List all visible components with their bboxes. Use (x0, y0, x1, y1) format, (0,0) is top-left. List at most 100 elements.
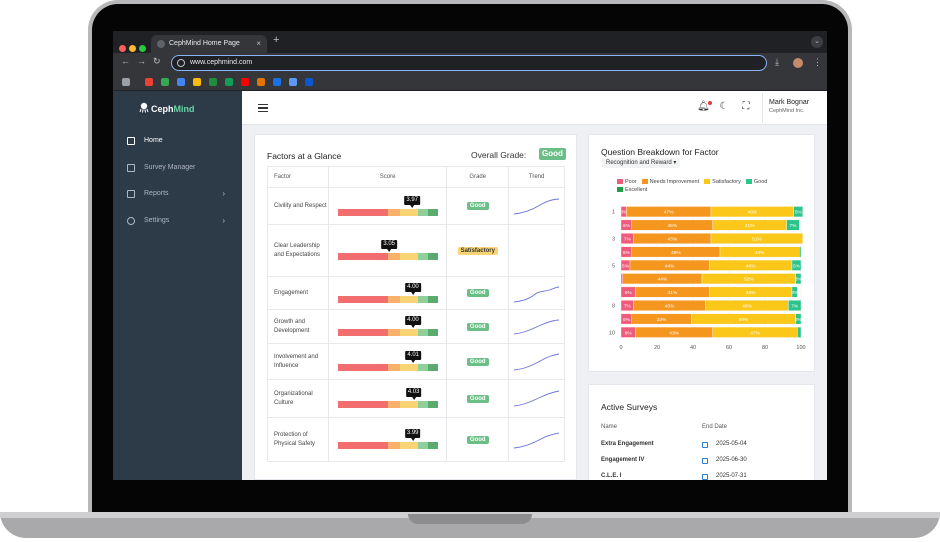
data-label: 6% (623, 317, 631, 323)
tab-search-chevron-icon[interactable]: ⌄ (811, 36, 823, 48)
sidebar-item-label: Survey Manager (144, 164, 196, 171)
user-menu[interactable]: Mark Bognar CephMind Inc. (762, 93, 822, 123)
back-arrow-icon[interactable]: ← (121, 56, 130, 66)
table-row[interactable]: Engagement 4.00 Good (267, 276, 565, 310)
reload-icon[interactable]: ↻ (153, 56, 161, 67)
column-header-grade: Grade (446, 166, 510, 188)
survey-name[interactable]: C.L.E. I (601, 473, 621, 479)
grade-badge: Good (466, 289, 489, 297)
data-label: 5% (793, 263, 801, 269)
table-row[interactable]: Protection of Physical Safety 3.99 Good (267, 417, 565, 462)
browser-tab[interactable]: CephMind Home Page × (151, 35, 267, 53)
user-org: CephMind Inc. (769, 108, 805, 114)
surveys-card: Active Surveys Name End Date Extra Engag… (588, 384, 815, 480)
data-label: 7% (624, 237, 632, 243)
column-header-end-date: End Date (702, 424, 728, 430)
chrome-bookmark-icon[interactable] (193, 78, 201, 86)
maximize-window-button[interactable] (139, 45, 146, 52)
factor-dropdown[interactable]: Recognition and Reward ▾ (602, 158, 681, 168)
chevron-right-icon: › (222, 216, 225, 225)
sidebar-item-settings[interactable]: Settings › (125, 213, 235, 229)
analytics-bookmark-icon[interactable] (257, 78, 265, 86)
legend-entry[interactable]: Satisfactory (704, 179, 741, 185)
youtube-bookmark-icon[interactable] (241, 78, 249, 86)
grade-badge: Good (466, 394, 489, 403)
score-tooltip: 4.03 (405, 388, 422, 400)
table-header-row: Factor Score Grade Trend (267, 166, 565, 188)
forward-arrow-icon[interactable]: → (137, 56, 146, 66)
download-icon[interactable]: ⤓ (775, 57, 779, 68)
bing-bookmark-icon[interactable] (305, 78, 313, 86)
trend-line (514, 432, 560, 449)
docs-bookmark-icon[interactable] (177, 78, 185, 86)
score-bar-segment (399, 329, 418, 336)
address-bar[interactable]: www.cephmind.com (171, 55, 767, 71)
sheets-bookmark-icon[interactable] (209, 78, 217, 86)
gmail-bookmark-icon[interactable] (145, 78, 153, 86)
logo[interactable]: CephMind (151, 104, 195, 114)
legend-entry[interactable]: Needs Improvement (641, 179, 699, 185)
table-row[interactable]: Clear Leadership and Expectations 3.05 Sat… (267, 224, 565, 277)
data-label: 44% (755, 250, 765, 256)
home-icon (127, 137, 135, 145)
data-label: 3% (795, 277, 803, 283)
table-row[interactable]: Civility and Respect 3.97 Good (267, 187, 565, 225)
sidebar-item-survey-manager[interactable]: Survey Manager (125, 160, 235, 176)
table-row[interactable]: Growth and Development 4.00 Good (267, 309, 565, 344)
survey-name[interactable]: Engagement IV (601, 457, 644, 463)
calendar-icon (702, 442, 708, 448)
legend-label: Good (753, 179, 768, 185)
x-tick-label: 0 (619, 345, 622, 351)
data-label: 49% (671, 250, 681, 256)
column-header-score: Score (327, 166, 448, 188)
data-label: 46% (746, 290, 756, 296)
table-row[interactable]: Organizational Culture 4.03 Good (267, 379, 565, 418)
score-bar-segment (337, 401, 388, 408)
table-row[interactable]: Involvement and Influence 4.01 Good (267, 343, 565, 380)
breakdown-chart: 0 20 40 60 80 100 1 3% 47% 46% 5% 6% 45% 41% 7% 3 7% 43% 5… (609, 205, 806, 351)
data-label: 44% (658, 277, 668, 283)
score-bar (337, 253, 438, 260)
data-label: 7% (624, 304, 632, 310)
score-cell: 4.00 (327, 276, 448, 310)
apps-grid-icon[interactable] (122, 78, 130, 86)
score-bar-segment (417, 253, 428, 260)
close-tab-icon[interactable]: × (256, 35, 261, 53)
clipboard-icon (127, 164, 135, 172)
drive-bookmark-icon[interactable] (161, 78, 169, 86)
trend-cell (508, 417, 565, 462)
kebab-menu-icon[interactable]: ⋮ (813, 57, 822, 68)
overall-grade-label: Overall Grade: (471, 150, 527, 160)
legend-entry[interactable]: Excellent (617, 187, 647, 193)
data-label: 33% (657, 317, 667, 323)
globe-bookmark-icon[interactable] (273, 78, 281, 86)
calendar-icon (702, 458, 708, 464)
sidebar-item-reports[interactable]: Reports › (125, 186, 235, 202)
trend-line (514, 353, 560, 371)
y-tick-label: 10 (609, 330, 615, 336)
profile-avatar[interactable] (793, 58, 803, 68)
legend-entry[interactable]: Good (745, 179, 768, 185)
chart-icon (127, 190, 135, 198)
data-label: 7% (789, 223, 797, 229)
edge-bookmark-icon[interactable] (289, 78, 297, 86)
hamburger-menu-icon[interactable] (258, 104, 268, 112)
survey-name[interactable]: Extra Engagement (601, 441, 654, 447)
grade-badge: Good (466, 357, 489, 366)
minimize-window-button[interactable] (129, 45, 136, 52)
data-label: 46% (742, 304, 752, 310)
site-info-icon[interactable] (177, 59, 185, 67)
close-window-button[interactable] (119, 45, 126, 52)
new-tab-button[interactable]: + (273, 34, 279, 46)
sidebar-item-home[interactable]: Home (125, 133, 235, 149)
y-tick-label: 1 (612, 210, 615, 216)
score-tooltip: 3.97 (404, 196, 420, 208)
bell-icon[interactable]: 🔔︎ (697, 102, 710, 112)
fullscreen-icon[interactable]: ⛶ (741, 102, 751, 112)
plus-bookmark-icon[interactable] (225, 78, 233, 86)
score-cell: 3.05 (327, 224, 448, 277)
moon-icon[interactable]: ☾ (719, 102, 729, 112)
legend-entry[interactable]: Poor (617, 179, 637, 185)
score-bar-segment (387, 329, 400, 336)
trend-line (514, 319, 560, 335)
